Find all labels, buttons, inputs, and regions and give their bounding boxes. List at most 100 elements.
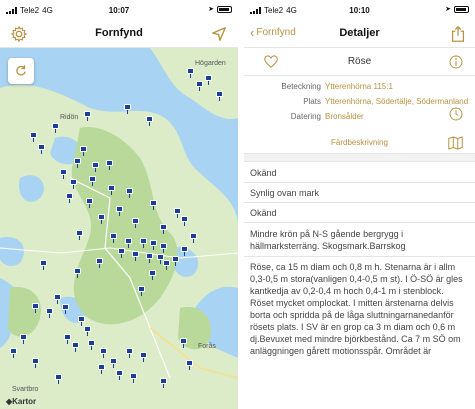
map-marker[interactable] <box>30 132 37 142</box>
page-title: Fornfynd <box>95 27 143 39</box>
map-marker[interactable] <box>140 352 147 362</box>
map-marker[interactable] <box>150 200 157 210</box>
map-marker[interactable] <box>126 348 133 358</box>
map-marker[interactable] <box>88 340 95 350</box>
status-bar: Tele2 4G 10:07 ➤ <box>0 0 238 20</box>
map-marker[interactable] <box>116 370 123 380</box>
map-marker[interactable] <box>84 326 91 336</box>
map-marker[interactable] <box>110 233 117 243</box>
map-marker[interactable] <box>20 334 27 344</box>
map-attribution: ◆Kartor <box>6 397 37 406</box>
section-separator <box>244 154 475 162</box>
item-name: Röse <box>347 56 372 67</box>
map-marker[interactable] <box>74 268 81 278</box>
refresh-button[interactable] <box>8 58 34 84</box>
map-marker[interactable] <box>172 256 179 266</box>
map-marker[interactable] <box>84 111 91 121</box>
map-view[interactable]: Högarden Ridön Forås Svartbro ◆Kartor <box>0 48 238 409</box>
place-label-riddon: Ridön <box>60 114 79 121</box>
map-marker[interactable] <box>10 348 17 358</box>
map-marker[interactable] <box>108 185 115 195</box>
map-marker[interactable] <box>190 233 197 243</box>
map-marker[interactable] <box>187 68 194 78</box>
map-marker[interactable] <box>100 348 107 358</box>
map-marker[interactable] <box>124 104 131 114</box>
map-marker[interactable] <box>66 193 73 203</box>
list-item: Synlig ovan mark <box>244 183 475 203</box>
map-marker[interactable] <box>40 260 47 270</box>
map-marker[interactable] <box>78 316 85 326</box>
map-icon <box>448 136 463 150</box>
status-bar: Tele2 4G 10:10 ➤ <box>244 0 475 20</box>
map-marker[interactable] <box>163 260 170 270</box>
list-item: Okänd <box>244 163 475 183</box>
map-marker[interactable] <box>118 248 125 258</box>
map-marker[interactable] <box>216 91 223 101</box>
location-arrow-icon[interactable] <box>210 25 228 43</box>
field-key: Datering <box>290 112 321 121</box>
field-value: Ytterenhörna, Södertälje, Södermanland <box>325 97 469 106</box>
location-status-icon: ➤ <box>208 6 214 13</box>
map-marker[interactable] <box>70 179 77 189</box>
place-label-foras: Forås <box>198 343 216 350</box>
map-marker[interactable] <box>52 123 59 133</box>
map-marker[interactable] <box>149 270 156 280</box>
map-marker[interactable] <box>146 116 153 126</box>
description-text: Röse, ca 15 m diam och 0,8 m h. Stenarna… <box>250 262 463 356</box>
map-marker[interactable] <box>196 81 203 91</box>
map-marker[interactable] <box>55 374 62 384</box>
map-marker[interactable] <box>110 358 117 368</box>
clock-icon[interactable] <box>449 107 463 121</box>
map-marker[interactable] <box>46 308 53 318</box>
directions-row[interactable]: Färdbeskrivning <box>244 132 475 154</box>
share-icon[interactable] <box>449 25 467 43</box>
map-marker[interactable] <box>180 338 187 348</box>
map-marker[interactable] <box>32 303 39 313</box>
field-key: Plats <box>303 97 321 106</box>
map-marker[interactable] <box>181 246 188 256</box>
map-marker[interactable] <box>126 188 133 198</box>
map-marker[interactable] <box>132 251 139 261</box>
map-marker[interactable] <box>54 294 61 304</box>
map-marker[interactable] <box>32 358 39 368</box>
map-marker[interactable] <box>80 146 87 156</box>
map-marker[interactable] <box>64 334 71 344</box>
map-marker[interactable] <box>125 238 132 248</box>
map-marker[interactable] <box>116 206 123 216</box>
map-marker[interactable] <box>132 218 139 228</box>
status-time: 10:10 <box>349 6 370 15</box>
map-marker[interactable] <box>60 169 67 179</box>
map-marker[interactable] <box>150 240 157 250</box>
status-time: 10:07 <box>108 6 130 15</box>
map-marker[interactable] <box>38 144 45 154</box>
map-marker[interactable] <box>138 286 145 296</box>
map-marker[interactable] <box>160 224 167 234</box>
map-marker[interactable] <box>106 160 113 170</box>
map-marker[interactable] <box>72 342 79 352</box>
map-marker[interactable] <box>86 198 93 208</box>
map-marker[interactable] <box>92 162 99 172</box>
map-marker[interactable] <box>140 238 147 248</box>
location-status-icon: ➤ <box>445 6 451 13</box>
detail-header-row: Röse <box>244 48 475 76</box>
map-marker[interactable] <box>130 373 137 383</box>
info-icon[interactable] <box>449 55 463 69</box>
map-screen: Tele2 4G 10:07 ➤ Fornfynd Högarden Ridön… <box>0 0 238 409</box>
map-marker[interactable] <box>76 230 83 240</box>
map-marker[interactable] <box>160 378 167 388</box>
map-marker[interactable] <box>181 216 188 226</box>
map-marker[interactable] <box>96 258 103 268</box>
map-marker[interactable] <box>98 214 105 224</box>
map-marker[interactable] <box>160 243 167 253</box>
map-marker[interactable] <box>74 158 81 168</box>
map-marker[interactable] <box>62 304 69 314</box>
map-marker[interactable] <box>186 360 193 370</box>
map-marker[interactable] <box>174 208 181 218</box>
field-plats: Plats Ytterenhörna, Södertälje, Söderman… <box>244 97 475 109</box>
map-marker[interactable] <box>89 176 96 186</box>
map-terrain <box>0 48 238 409</box>
place-label-hogarden: Högarden <box>195 60 226 67</box>
map-marker[interactable] <box>205 75 212 85</box>
map-marker[interactable] <box>146 253 153 263</box>
map-marker[interactable] <box>98 364 105 374</box>
